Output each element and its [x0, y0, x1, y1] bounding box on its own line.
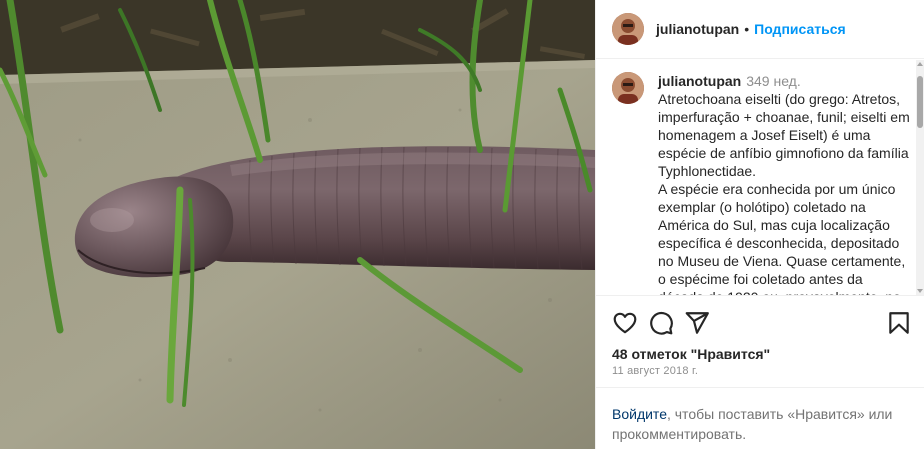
follow-button[interactable]: Подписаться	[754, 21, 846, 37]
comment-icon	[650, 311, 673, 335]
caption-scrollbar[interactable]	[916, 60, 924, 295]
separator-dot: •	[744, 21, 750, 37]
post-photo[interactable]	[0, 0, 595, 449]
login-prompt: Войдите, чтобы поставить «Нравится» или …	[596, 387, 924, 449]
login-link[interactable]: Войдите	[612, 406, 667, 422]
avatar-image	[612, 72, 644, 104]
share-icon	[685, 312, 709, 334]
scroll-up-arrow-icon[interactable]	[917, 62, 923, 66]
avatar[interactable]	[612, 13, 644, 45]
post-sidebar: julianotupan • Подписаться julianotupan 3…	[595, 0, 924, 449]
caption-scroll-area[interactable]: julianotupan 349 нед. Atretochoana eiselt…	[596, 60, 924, 295]
bookmark-icon	[889, 312, 909, 334]
post-actions: 48 отметок "Нравится" 11 август 2018 г.	[596, 295, 924, 387]
avatar-image	[612, 13, 644, 45]
scroll-down-arrow-icon[interactable]	[917, 289, 923, 293]
post-header: julianotupan • Подписаться	[596, 0, 924, 59]
avatar[interactable]	[612, 72, 644, 104]
scrollbar-thumb[interactable]	[917, 76, 923, 128]
comment-button[interactable]	[648, 310, 674, 336]
caption-body: julianotupan 349 нед. Atretochoana eiselt…	[658, 72, 911, 295]
heart-icon	[613, 312, 637, 334]
caption-text: Atretochoana eiselti (do grego: Atretos,…	[658, 91, 910, 295]
post-date[interactable]: 11 август 2018 г.	[612, 365, 698, 377]
caption-comment: julianotupan 349 нед. Atretochoana eiselt…	[596, 60, 924, 295]
save-button[interactable]	[886, 310, 912, 336]
instagram-post: julianotupan • Подписаться julianotupan 3…	[0, 0, 924, 449]
like-button[interactable]	[612, 310, 638, 336]
post-author-username[interactable]: julianotupan	[656, 21, 739, 37]
caption-username[interactable]: julianotupan	[658, 73, 741, 89]
caecilian-photo	[0, 0, 595, 449]
likes-count[interactable]: 48 отметок "Нравится"	[612, 346, 770, 362]
share-button[interactable]	[684, 310, 710, 336]
action-icons-row	[612, 310, 912, 336]
caption-timestamp[interactable]: 349 нед.	[746, 73, 801, 89]
